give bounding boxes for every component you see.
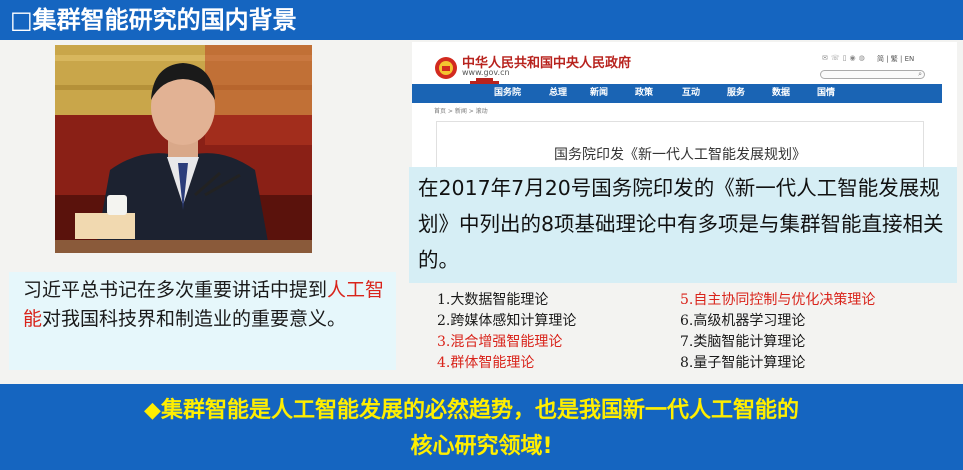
conclusion-line-1: ◆集群智能是人工智能发展的必然趋势，也是我国新一代人工智能的 [144,398,799,423]
theory-list-left: 1.大数据智能理论 2.跨媒体感知计算理论 3.混合增强智能理论 4.群体智能理… [437,290,576,374]
theory-item-1: 1.大数据智能理论 [437,292,549,308]
gov-breadcrumb[interactable]: 首页 > 新闻 > 滚动 [434,106,488,115]
quote-box: 习近平总书记在多次重要讲话中提到人工智能对我国科技界和制造业的重要意义。 [9,272,396,370]
gov-nav-item-hudong[interactable]: 互动 [682,84,727,103]
gov-article-title: 国务院印发《新一代人工智能发展规划》 [554,147,806,163]
theory-item-6: 6.高级机器学习理论 [680,313,806,329]
gov-nav-item-xinwen[interactable]: 新闻 [590,84,635,103]
gov-website-screenshot: 中华人民共和国中央人民政府 www.gov.cn ✉ ☏ ▯ ◉ ◍ 简 | 繁… [412,42,957,167]
theory-list-right: 5.自主协同控制与优化决策理论 6.高级机器学习理论 7.类脑智能计算理论 8.… [680,290,875,374]
speaker-photo [55,45,312,253]
theory-item-8: 8.量子智能计算理论 [680,355,806,371]
gov-nav-item-guowuyuan[interactable]: 国务院 [494,84,549,103]
search-icon[interactable]: ⌕ [918,70,922,79]
conclusion-banner: ◆集群智能是人工智能发展的必然趋势，也是我国新一代人工智能的 核心研究领域! [0,384,963,470]
mobile-icon[interactable]: ▯ [843,54,847,62]
gov-nav-item-guoqing[interactable]: 国情 [817,84,857,103]
weibo-icon[interactable]: ◉ [850,54,856,62]
phone-icon[interactable]: ☏ [831,54,840,62]
gov-language-switch[interactable]: 简 | 繁 | EN [877,54,914,64]
plan-summary-text: 在2017年7月20号国务院印发的《新一代人工智能发展规划》中列出的8项基础理论… [418,176,944,272]
gov-article-panel: 国务院印发《新一代人工智能发展规划》 [436,121,924,167]
gov-nav-bar: 国务院 总理 新闻 政策 互动 服务 数据 国情 [412,84,942,103]
wechat-icon[interactable]: ◍ [859,54,865,62]
gov-search-input[interactable]: ⌕ [820,70,925,79]
mail-icon[interactable]: ✉ [822,54,828,62]
theory-item-3: 3.混合增强智能理论 [437,334,563,350]
gov-nav-item-zongli[interactable]: 总理 [549,84,590,103]
gov-nav-item-shuju[interactable]: 数据 [772,84,817,103]
theory-item-2: 2.跨媒体感知计算理论 [437,313,577,329]
gov-nav-item-zhengce[interactable]: 政策 [635,84,682,103]
conclusion-line-2: 核心研究领域! [410,434,553,459]
theory-item-7: 7.类脑智能计算理论 [680,334,806,350]
quote-text-after: 对我国科技界和制造业的重要意义。 [42,308,347,330]
gov-site-url: www.gov.cn [462,68,510,77]
gov-nav-item-fuwu[interactable]: 服务 [727,84,772,103]
plan-summary-box: 在2017年7月20号国务院印发的《新一代人工智能发展规划》中列出的8项基础理论… [409,167,957,283]
theory-item-4: 4.群体智能理论 [437,355,535,371]
quote-text: 习近平总书记在多次重要讲话中提到人工智能对我国科技界和制造业的重要意义。 [23,276,388,334]
quote-text-before: 习近平总书记在多次重要讲话中提到 [23,279,328,301]
theory-item-5: 5.自主协同控制与优化决策理论 [680,292,876,308]
slide-header: □集群智能研究的国内背景 [0,0,963,40]
gov-toolbar: ✉ ☏ ▯ ◉ ◍ [822,54,865,62]
national-emblem-icon [435,57,457,79]
slide-title: □集群智能研究的国内背景 [10,6,297,34]
